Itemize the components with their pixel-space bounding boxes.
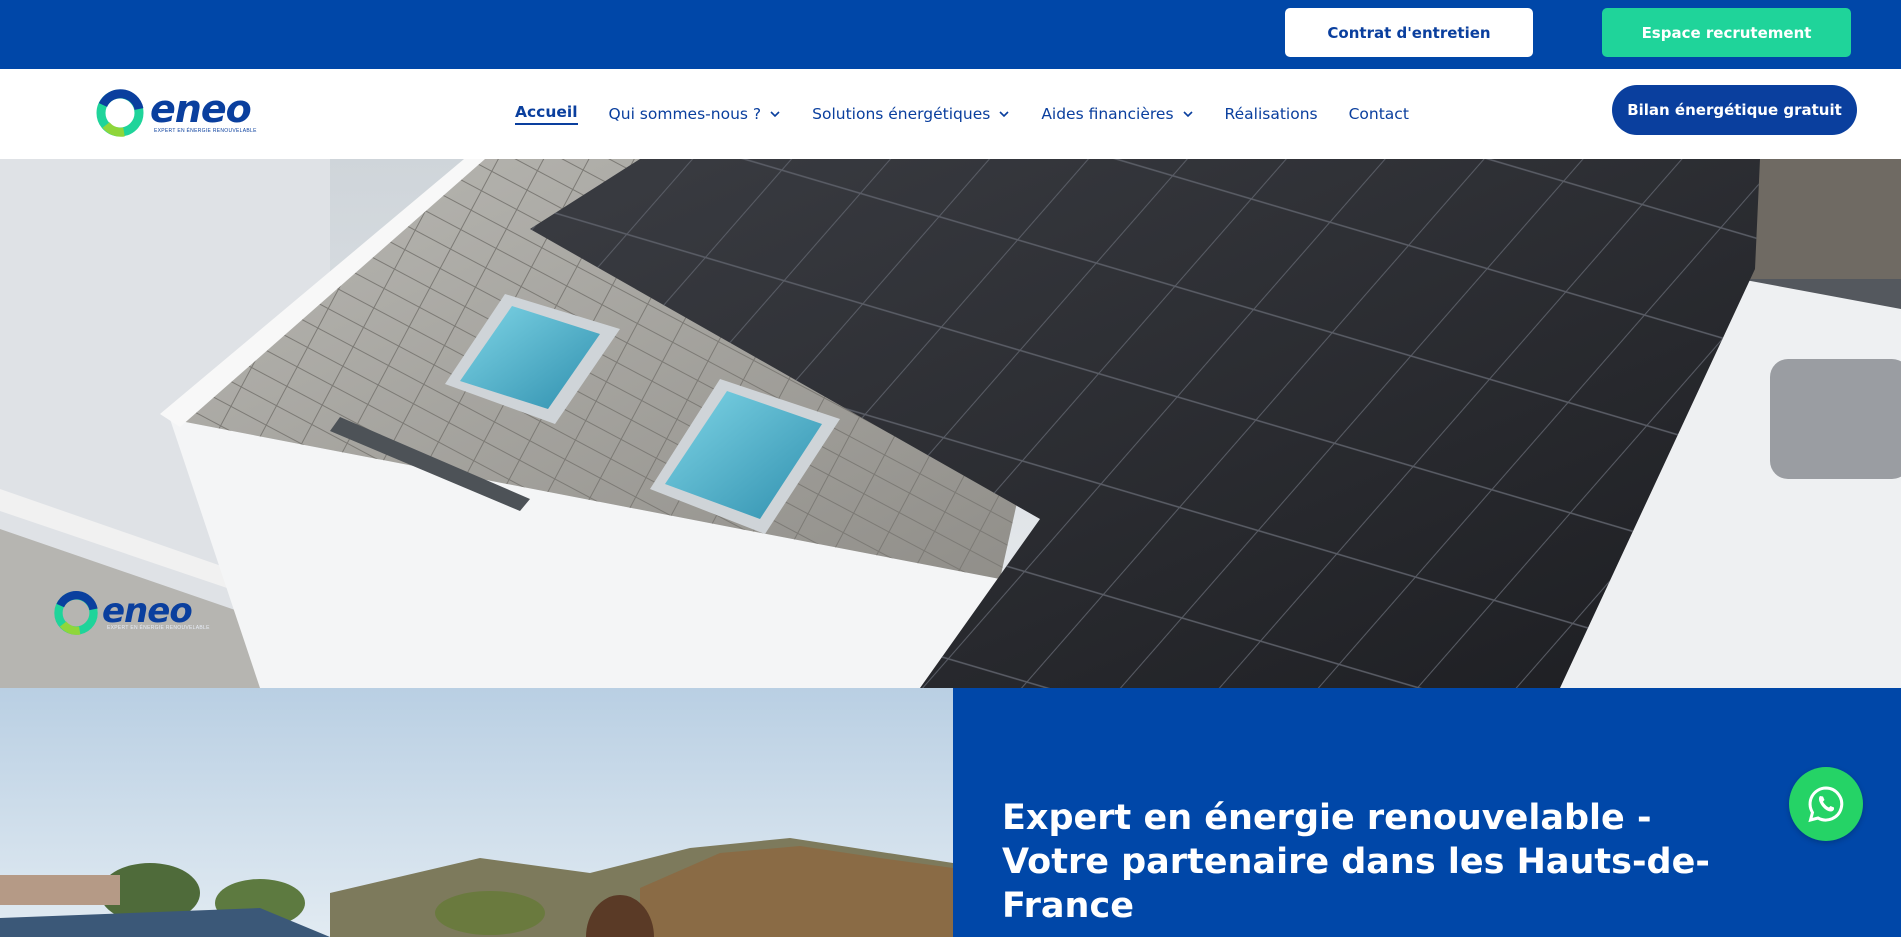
nav-label: Aides financières [1041,105,1174,123]
whatsapp-button[interactable] [1789,767,1863,841]
eneo-swirl-icon [54,591,98,635]
main-header: eneo EXPERT EN ÉNERGIE RENOUVELABLE Accu… [0,69,1901,159]
intro-headline: Expert en énergie renouvelable - Votre p… [1002,798,1710,926]
hero-watermark-logo: eneo EXPERT EN ÉNERGIE RENOUVELABLE [52,589,212,637]
nav-label: Réalisations [1224,105,1318,123]
nav-label: Qui sommes-nous ? [608,105,762,123]
nav-item-accueil[interactable]: Accueil [515,103,578,125]
contrat-entretien-button[interactable]: Contrat d'entretien [1285,8,1533,57]
nav-label: Solutions énergétiques [812,105,991,123]
espace-recrutement-button[interactable]: Espace recrutement [1602,8,1851,57]
landscape-image [0,688,953,937]
nav-item-aides-financieres[interactable]: Aides financières [1041,105,1193,123]
nav-item-realisations[interactable]: Réalisations [1225,105,1318,123]
hero-video[interactable]: eneo EXPERT EN ÉNERGIE RENOUVELABLE [0,159,1901,688]
top-bar: Contrat d'entretien Espace recrutement [0,0,1901,69]
nav-item-contact[interactable]: Contact [1349,105,1409,123]
bilan-energetique-button[interactable]: Bilan énergétique gratuit [1612,85,1857,135]
chevron-down-icon [770,111,780,118]
nav-item-solutions[interactable]: Solutions énergétiques [812,105,1010,123]
chevron-down-icon [999,111,1009,118]
logo-wordmark: eneo [150,87,252,131]
intro-section: Expert en énergie renouvelable - Votre p… [953,688,1901,937]
eneo-swirl-icon [96,89,144,137]
nav-item-qui-sommes-nous[interactable]: Qui sommes-nous ? [609,105,782,123]
chevron-down-icon [1182,111,1193,118]
logo-tagline: EXPERT EN ÉNERGIE RENOUVELABLE [154,128,257,134]
whatsapp-icon [1808,786,1844,823]
nav-label: Accueil [515,103,578,121]
hero-roof-image [0,159,1901,688]
primary-nav: Accueil Qui sommes-nous ? Solutions éner… [515,101,1440,127]
hero-logo-tagline: EXPERT EN ÉNERGIE RENOUVELABLE [107,625,210,631]
nav-label: Contact [1348,105,1409,123]
solar-technician-photo [0,688,953,937]
eneo-logo[interactable]: eneo EXPERT EN ÉNERGIE RENOUVELABLE [94,87,256,139]
